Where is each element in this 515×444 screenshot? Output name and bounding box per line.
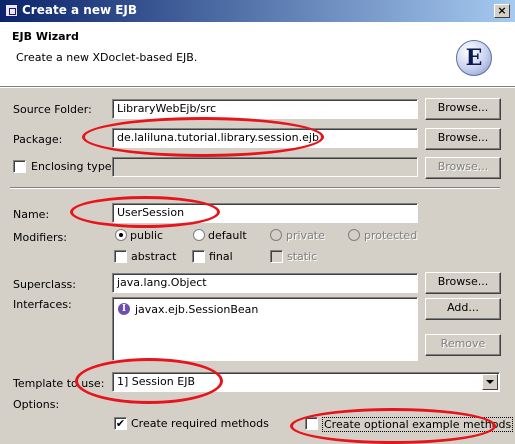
interfaces-label: Interfaces: <box>13 298 72 311</box>
modifier-static-checkbox[interactable] <box>270 250 283 263</box>
template-label: Template to use: <box>13 377 105 390</box>
wizard-title: EJB Wizard <box>12 30 79 43</box>
wizard-description: Create a new XDoclet-based EJB. <box>16 51 198 64</box>
modifier-abstract-label: abstract <box>131 250 177 263</box>
create-required-methods-label: Create required methods <box>131 417 269 430</box>
modifier-final-label: final <box>209 250 233 263</box>
modifier-default-radio[interactable] <box>193 229 205 241</box>
interfaces-remove-button[interactable]: Remove <box>425 334 501 356</box>
create-optional-methods-checkbox[interactable] <box>305 417 318 430</box>
package-browse-button[interactable]: Browse... <box>425 128 501 150</box>
source-folder-field[interactable]: LibraryWebEjb/src <box>112 99 418 119</box>
section-divider-highlight <box>10 188 500 189</box>
source-folder-label: Source Folder: <box>13 103 92 116</box>
chevron-down-icon[interactable] <box>482 374 498 390</box>
modifier-protected-label: protected <box>364 229 418 242</box>
name-field[interactable]: UserSession <box>112 203 418 223</box>
template-select[interactable]: 1] Session EJB <box>112 372 500 392</box>
modifier-private-radio[interactable] <box>270 229 282 241</box>
superclass-field[interactable]: java.lang.Object <box>112 273 418 293</box>
modifier-public-label: public <box>130 229 164 242</box>
enclosing-type-checkbox[interactable] <box>13 160 26 173</box>
superclass-browse-button[interactable]: Browse... <box>425 272 501 294</box>
modifiers-label: Modifiers: <box>13 231 67 244</box>
modifier-final-checkbox[interactable] <box>192 250 205 263</box>
modifier-static-label: static <box>287 250 318 263</box>
options-label: Options: <box>13 398 60 411</box>
interface-list-item[interactable]: javax.ejb.SessionBean <box>135 303 258 316</box>
package-field[interactable]: de.laliluna.tutorial.library.session.ejb <box>112 128 418 148</box>
modifier-public-radio[interactable] <box>115 229 127 241</box>
create-optional-methods-label: Create optional example methods <box>322 417 514 432</box>
interfaces-add-button[interactable]: Add... <box>425 298 501 320</box>
create-required-methods-checkbox[interactable]: ✔ <box>114 417 127 430</box>
enclosing-type-browse-button[interactable]: Browse... <box>425 157 501 179</box>
interface-icon: I <box>118 303 130 315</box>
window-icon <box>5 4 18 17</box>
modifier-default-label: default <box>208 229 247 242</box>
package-label: Package: <box>13 133 63 146</box>
modifier-abstract-checkbox[interactable] <box>114 250 127 263</box>
modifier-protected-radio[interactable] <box>348 229 360 241</box>
enclosing-type-label: Enclosing type: <box>31 160 116 173</box>
window-title: Create a new EJB <box>22 3 138 17</box>
modifier-private-label: private <box>286 229 325 242</box>
name-label: Name: <box>13 208 50 221</box>
source-folder-browse-button[interactable]: Browse... <box>425 98 501 120</box>
enclosing-type-field[interactable] <box>112 157 418 177</box>
ejb-logo-icon: E <box>456 40 492 76</box>
superclass-label: Superclass: <box>13 278 76 291</box>
close-button[interactable]: × <box>494 4 510 18</box>
banner-divider-highlight <box>0 87 515 88</box>
